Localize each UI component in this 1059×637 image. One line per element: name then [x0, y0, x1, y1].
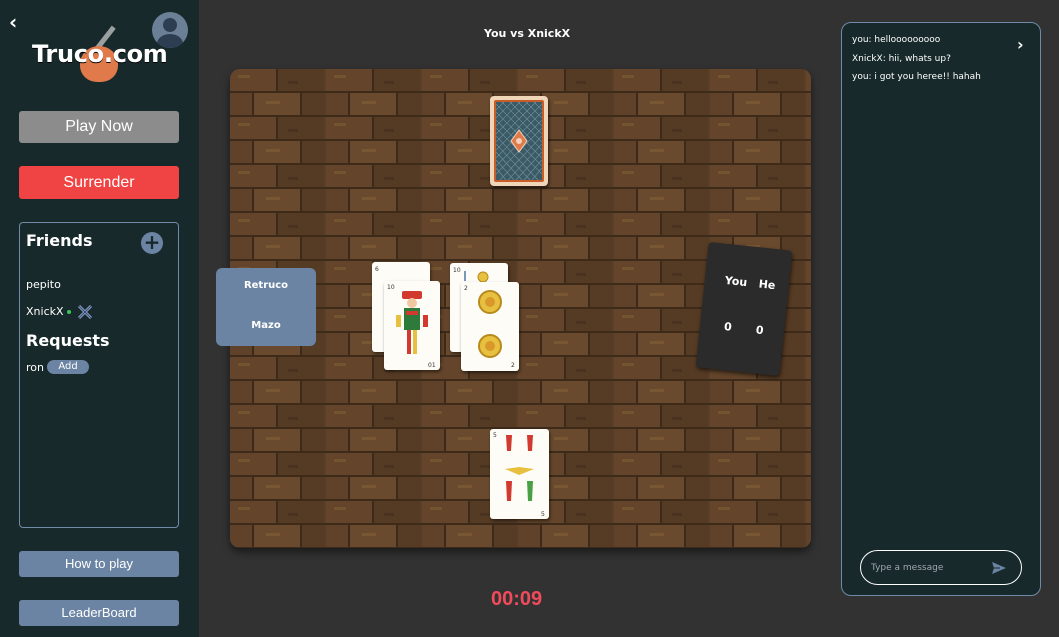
- card-back-pattern: [494, 100, 544, 182]
- request-name: ron: [26, 361, 44, 374]
- chat-input-container: [860, 550, 1022, 585]
- surrender-button[interactable]: Surrender: [19, 166, 179, 199]
- chat-message: you: hellooooooooo: [852, 35, 941, 45]
- svg-text:01: 01: [428, 362, 436, 369]
- hand-card[interactable]: 5 5: [490, 429, 549, 519]
- score-you-value: 0: [723, 320, 733, 334]
- friend-name: pepito: [26, 278, 61, 291]
- played-card-opponent: 2 2: [461, 282, 519, 371]
- score-he-label: He: [758, 277, 776, 293]
- jack-of-cups-icon: 10 01: [387, 284, 436, 369]
- card-rank: 5: [493, 432, 497, 439]
- chat-message-input[interactable]: [871, 559, 991, 577]
- leaderboard-button[interactable]: LeaderBoard: [19, 600, 179, 626]
- friends-title: Friends: [26, 231, 93, 250]
- score-he-value: 0: [755, 323, 765, 338]
- mazo-button[interactable]: Mazo: [216, 320, 316, 331]
- friend-item[interactable]: pepito: [26, 278, 61, 291]
- action-panel: Retruco Mazo: [216, 268, 316, 346]
- chat-message: you: i got you heree!! hahah: [852, 72, 981, 82]
- svg-text:6: 6: [375, 266, 379, 273]
- play-now-button[interactable]: Play Now: [19, 111, 179, 143]
- logo: Truco.com: [32, 22, 172, 82]
- played-card-you: 10 01: [384, 281, 440, 370]
- crossed-swords-icon[interactable]: [76, 303, 94, 321]
- online-status-icon: [66, 310, 71, 314]
- avatar-head: [163, 18, 177, 32]
- card-back-ornament-icon: [495, 101, 543, 181]
- score-you-label: You: [724, 273, 748, 290]
- back-icon[interactable]: ‹: [9, 12, 25, 32]
- chat-message: XnickX: hii, whats up?: [852, 54, 951, 64]
- retruco-button[interactable]: Retruco: [216, 280, 316, 291]
- accept-request-button[interactable]: Add: [47, 360, 89, 374]
- match-title: You vs XnickX: [484, 27, 571, 40]
- chevron-right-icon[interactable]: ›: [1017, 35, 1024, 54]
- five-of-cups-icon: 5 5: [493, 432, 545, 518]
- logo-text: Truco.com: [32, 40, 168, 68]
- sidebar: ‹ Truco.com Play Now Surrender Friends +…: [0, 0, 199, 637]
- card-rank: 2: [464, 285, 468, 292]
- requests-title: Requests: [26, 331, 110, 350]
- chat-panel: › you: hellooooooooo XnickX: hii, whats …: [841, 22, 1041, 596]
- send-icon[interactable]: [991, 560, 1007, 576]
- svg-text:5: 5: [541, 511, 545, 518]
- score-card: You He 0 0: [695, 241, 793, 377]
- how-to-play-button[interactable]: How to play: [19, 551, 179, 577]
- card-rank: 10: [387, 284, 395, 291]
- turn-timer: 00:09: [491, 588, 543, 610]
- opponent-card-back: [490, 96, 548, 186]
- friends-panel: Friends + pepito XnickX Requests ron Add: [19, 222, 179, 528]
- friend-item[interactable]: XnickX: [26, 303, 94, 321]
- friend-name: XnickX: [26, 305, 64, 318]
- svg-text:10: 10: [453, 267, 461, 274]
- add-friend-icon[interactable]: +: [141, 232, 163, 254]
- svg-text:2: 2: [511, 362, 515, 369]
- two-of-coins-icon: 2 2: [464, 285, 515, 369]
